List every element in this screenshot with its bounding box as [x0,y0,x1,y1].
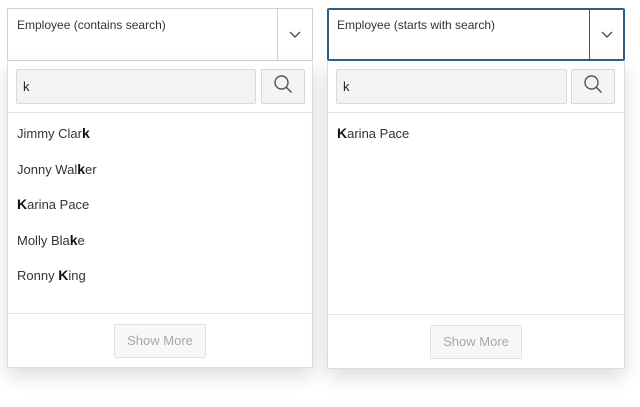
search-row [8,61,312,113]
employee-starts-combo: Employee (starts with search) Karina Pac… [327,8,625,369]
results-list: Karina Pace [328,113,624,152]
dropdown-footer: Show More [328,314,624,368]
dropdown-toggle-button[interactable] [277,9,312,60]
results-list: Jimmy Clark Jonny Walker Karina Pace Mol… [8,113,312,294]
list-item[interactable]: Jonny Walker [8,152,312,188]
search-row [328,61,624,113]
dropdown-toggle-button[interactable] [589,9,624,60]
dropdown-footer: Show More [8,313,312,367]
search-button[interactable] [571,69,615,104]
search-icon [583,74,603,99]
combo-label: Employee (contains search) [17,18,166,32]
search-icon [273,74,293,99]
list-item[interactable]: Karina Pace [328,116,624,152]
combo-label: Employee (starts with search) [337,18,496,32]
list-item[interactable]: Ronny King [8,258,312,294]
dropdown-panel: Karina Pace Show More [327,61,625,369]
show-more-button[interactable]: Show More [430,324,522,359]
chevron-down-icon [289,26,301,44]
chevron-down-icon [601,26,613,44]
search-input[interactable] [16,69,256,104]
dropdown-panel: Jimmy Clark Jonny Walker Karina Pace Mol… [7,61,313,368]
list-item[interactable]: Karina Pace [8,187,312,223]
combo-field[interactable]: Employee (contains search) [7,8,313,61]
combo-field[interactable]: Employee (starts with search) [327,8,625,61]
employee-contains-combo: Employee (contains search) Jimmy Clark J… [7,8,313,368]
show-more-button[interactable]: Show More [114,323,206,358]
search-button[interactable] [261,69,305,104]
list-item[interactable]: Molly Blake [8,223,312,259]
list-item[interactable]: Jimmy Clark [8,116,312,152]
search-input[interactable] [336,69,567,104]
